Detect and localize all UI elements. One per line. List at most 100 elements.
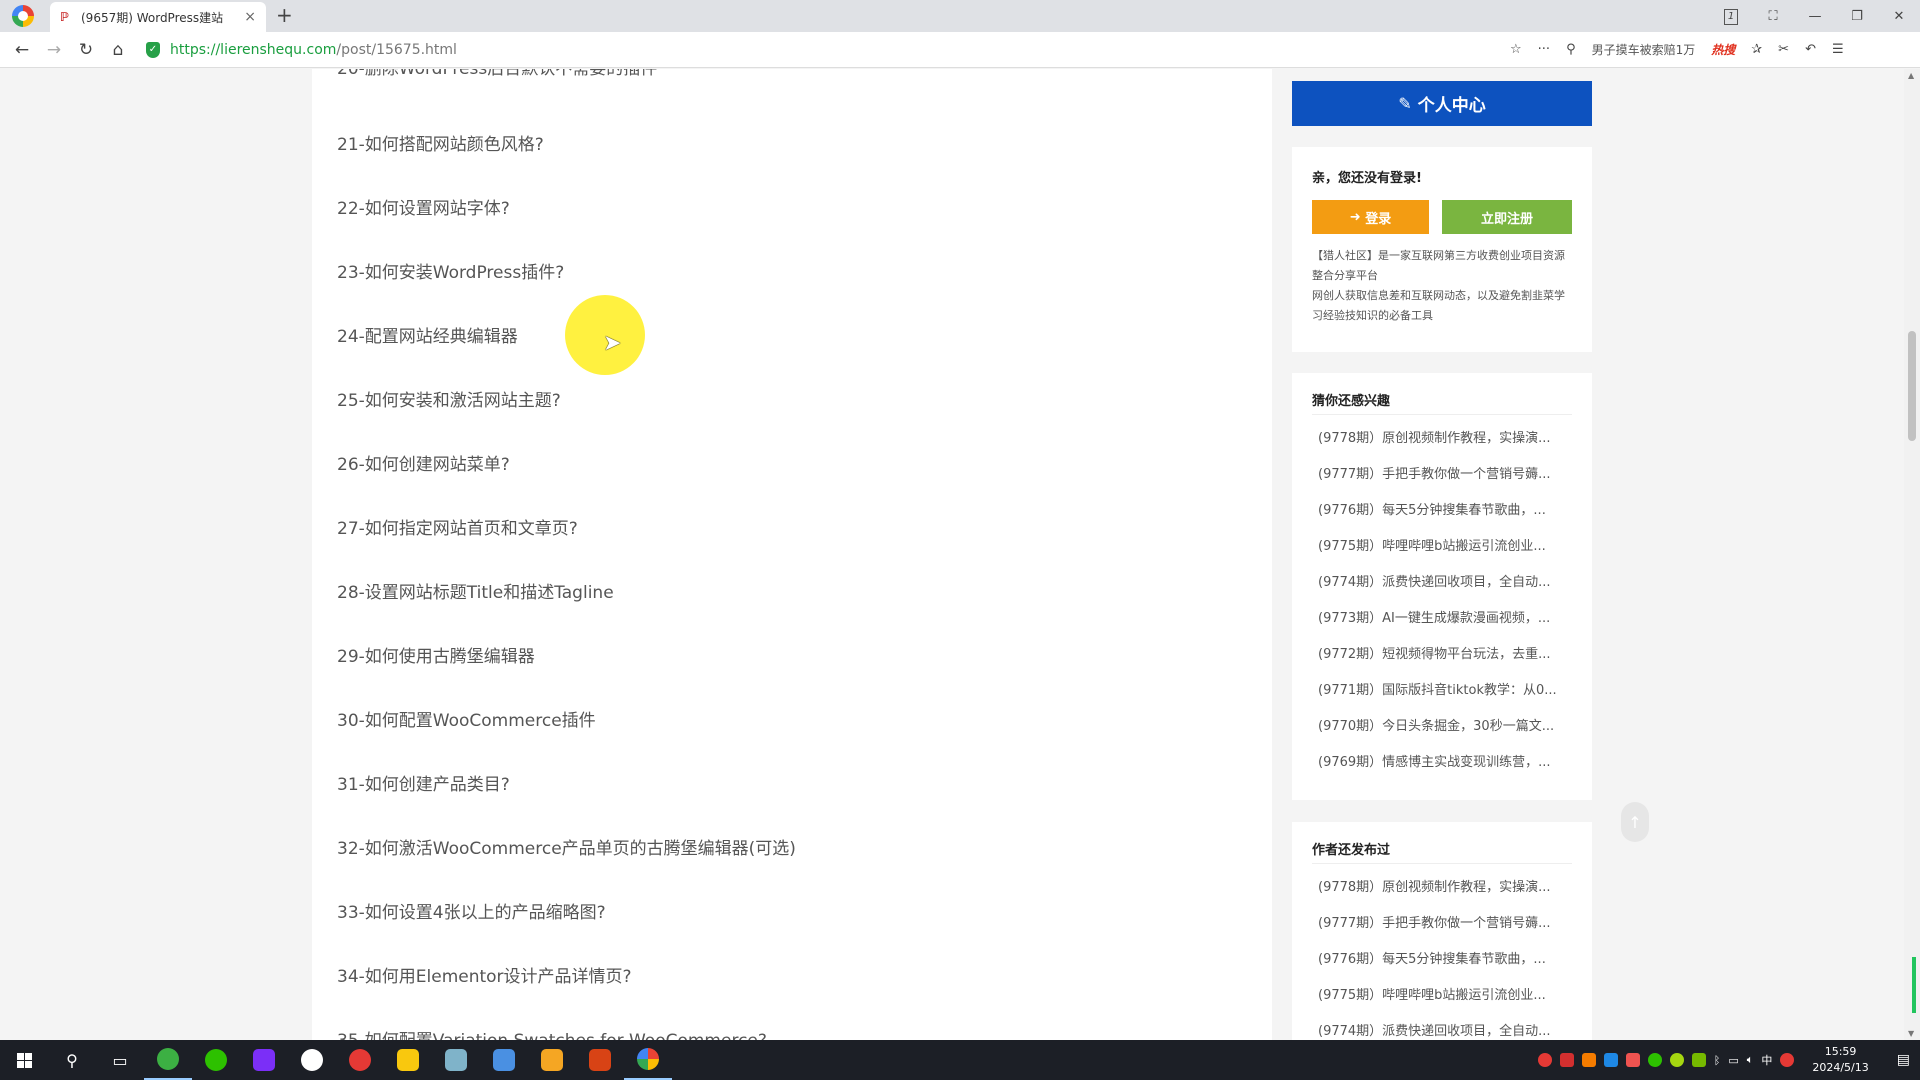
taskbar-browser-icon[interactable] [624,1040,672,1080]
scroll-to-top-button[interactable]: ↑ [1621,802,1649,842]
taskbar-app-teal-icon[interactable] [432,1040,480,1080]
login-card: 亲，您还没有登录! ➜ 登录 立即注册 【猎人社区】是一家互联网第三方收费创业项… [1292,147,1592,352]
taskbar-clock[interactable]: 15:59 2024/5/13 [1812,1044,1868,1076]
browser-tab-active[interactable]: ℙ (9657期) WordPress建站 × [50,2,266,32]
tray-app-person-icon[interactable] [1625,1053,1640,1067]
undo-icon[interactable]: ↶ [1805,42,1816,57]
toc-item[interactable]: 29-如何使用古腾堡编辑器 [337,645,796,709]
author-post-link[interactable]: (9778期）原创视频制作教程，实操演... [1312,870,1572,906]
taskbar-app-orange-icon[interactable] [528,1040,576,1080]
tray-sogou-icon[interactable] [1780,1053,1795,1067]
related-post-link[interactable]: (9773期）AI一键生成爆款漫画视频，... [1312,601,1572,637]
search-icon[interactable]: ⚲ [1566,42,1576,57]
taskbar-search-icon[interactable]: ⚲ [48,1040,96,1080]
toc-item[interactable]: 28-设置网站标题Title和描述Tagline [337,581,796,645]
article-content: 20-删除WordPress后台默认不需要的插件 21-如何搭配网站颜色风格? … [312,69,1272,1040]
tray-app-red-icon[interactable] [1559,1053,1574,1067]
tray-record-icon[interactable] [1537,1053,1552,1067]
toc-item[interactable]: 34-如何用Elementor设计产品详情页? [337,965,796,1029]
side-widget-edge[interactable] [1912,957,1916,1013]
tray-wechat-icon[interactable] [1647,1053,1662,1067]
bluetooth-icon[interactable]: ᛒ [1714,1054,1721,1067]
toc-item[interactable]: 22-如何设置网站字体? [337,197,796,261]
login-label: 登录 [1365,211,1392,227]
toc-item[interactable]: 25-如何安装和激活网站主题? [337,389,796,453]
taskbar-app-slides-icon[interactable] [576,1040,624,1080]
toc-item[interactable]: 30-如何配置WooCommerce插件 [337,709,796,773]
scrollbar-thumb[interactable] [1908,331,1916,441]
toc-item[interactable]: 23-如何安装WordPress插件? [337,261,796,325]
author-post-link[interactable]: (9777期）手把手教你做一个营销号薅... [1312,906,1572,942]
scroll-down-arrow-icon[interactable]: ▼ [1908,1029,1914,1038]
taskbar-wechat-icon[interactable] [192,1040,240,1080]
register-button[interactable]: 立即注册 [1442,200,1572,234]
toc-item[interactable]: 26-如何创建网站菜单? [337,453,796,517]
related-post-link[interactable]: (9771期）国际版抖音tiktok教学：从0... [1312,673,1572,709]
taskbar-app-blue-icon[interactable] [480,1040,528,1080]
favorites-icon[interactable]: ✰ [1751,42,1762,57]
related-post-link[interactable]: (9774期）派费快递回收项目，全自动... [1312,565,1572,601]
tray-app-blue-icon[interactable] [1603,1053,1618,1067]
new-tab-button[interactable]: + [276,5,293,25]
toc-item[interactable]: 21-如何搭配网站颜色风格? [337,133,796,197]
user-center-button[interactable]: ✎ 个人中心 [1292,81,1592,126]
reload-icon[interactable]: ↻ [70,40,102,60]
taskbar-app-purple-icon[interactable] [240,1040,288,1080]
vertical-scrollbar[interactable]: ▲ ▼ [1904,69,1920,1040]
author-posts-title: 作者还发布过 [1312,822,1572,864]
minimize-icon[interactable]: — [1794,9,1836,24]
author-post-link[interactable]: (9775期）哔哩哔哩b站搬运引流创业... [1312,978,1572,1014]
tab-close-icon[interactable]: × [244,9,256,25]
toc-item[interactable]: 20-删除WordPress后台默认不需要的插件 [337,69,796,133]
taskbar-app-red-icon[interactable] [336,1040,384,1080]
forward-icon[interactable]: → [38,40,70,60]
taskbar-app-yellow-icon[interactable] [384,1040,432,1080]
taskbar-app-green-icon[interactable] [144,1040,192,1080]
login-button[interactable]: ➜ 登录 [1312,200,1429,234]
screenshot-scissors-icon[interactable]: ✂ [1778,42,1789,57]
edit-icon: ✎ [1398,94,1412,113]
back-icon[interactable]: ← [6,40,38,60]
restore-icon[interactable]: ❐ [1836,9,1878,24]
menu-icon[interactable]: ☰ [1832,42,1844,57]
related-post-link[interactable]: (9778期）原创视频制作教程，实操演... [1312,421,1572,457]
related-post-link[interactable]: (9770期）今日头条掘金，30秒一篇文... [1312,709,1572,745]
tray-app-lime-icon[interactable] [1669,1053,1684,1067]
hot-search-badge[interactable]: 热搜 [1711,41,1735,58]
url-field[interactable]: https://lierenshequ.com/post/15675.html [170,42,1490,58]
ime-indicator[interactable]: 中 [1761,1052,1772,1068]
windows-start-icon[interactable] [0,1052,48,1068]
volume-icon[interactable]: 🔈︎ [1747,1053,1754,1067]
network-icon[interactable]: ▭ [1728,1054,1738,1067]
author-post-link[interactable]: (9776期）每天5分钟搜集春节歌曲，... [1312,942,1572,978]
secure-shield-icon[interactable]: ✓ [146,41,160,58]
skin-icon[interactable]: ⛶ [1752,9,1794,24]
tab-count-indicator[interactable]: 1 [1710,8,1752,25]
address-bar: ← → ↻ ⌂ ✓ https://lierenshequ.com/post/1… [0,32,1920,68]
toc-item[interactable]: 27-如何指定网站首页和文章页? [337,517,796,581]
tray-app-orange-icon[interactable] [1581,1053,1596,1067]
bookmark-star-icon[interactable]: ☆ [1510,42,1522,57]
scroll-up-arrow-icon[interactable]: ▲ [1908,71,1914,80]
more-options-icon[interactable]: ··· [1538,42,1550,57]
task-view-icon[interactable]: ▭ [96,1040,144,1080]
browser-logo-icon[interactable] [12,5,34,27]
toc-item[interactable]: 35-如何配置Variation Swatches for WooCommerc… [337,1029,796,1040]
toc-item[interactable]: 33-如何设置4张以上的产品缩略图? [337,901,796,965]
toc-item[interactable]: 31-如何创建产品类目? [337,773,796,837]
notification-center-icon[interactable]: ▤ [1897,1052,1910,1068]
related-post-link[interactable]: (9776期）每天5分钟搜集春节歌曲，... [1312,493,1572,529]
toc-item[interactable]: 32-如何激活WooCommerce产品单页的古腾堡编辑器(可选) [337,837,796,901]
related-post-link[interactable]: (9775期）哔哩哔哩b站搬运引流创业... [1312,529,1572,565]
auth-buttons: ➜ 登录 立即注册 [1312,200,1572,234]
tray-nvidia-icon[interactable] [1691,1053,1706,1067]
arrow-up-icon: ↑ [1628,812,1642,832]
related-post-link[interactable]: (9772期）短视频得物平台玩法，去重... [1312,637,1572,673]
taskbar-qq-icon[interactable] [288,1040,336,1080]
related-post-link[interactable]: (9769期）情感博主实战变现训练营，... [1312,745,1572,781]
home-icon[interactable]: ⌂ [102,40,134,60]
close-window-icon[interactable]: ✕ [1878,9,1920,24]
related-post-link[interactable]: (9777期）手把手教你做一个营销号薅... [1312,457,1572,493]
hot-search-text[interactable]: 男子摸车被索赔1万 [1592,41,1696,58]
author-post-link[interactable]: (9774期）派费快递回收项目，全自动... [1312,1014,1572,1040]
